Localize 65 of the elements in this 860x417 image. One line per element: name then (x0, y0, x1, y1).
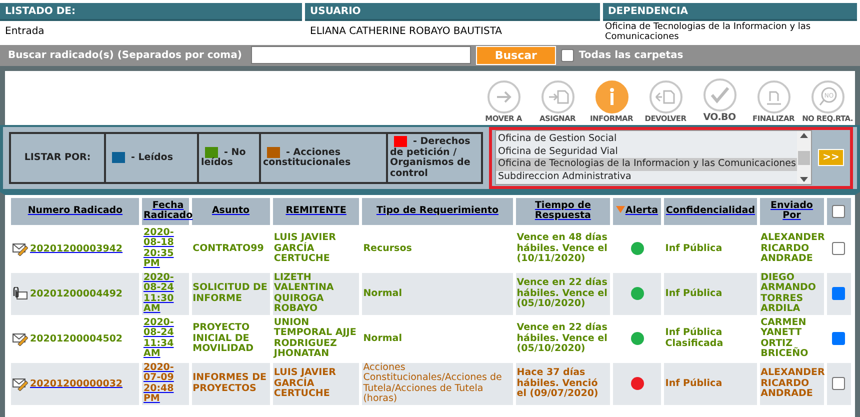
response-time-text: Hace 37 días hábiles. Venció el (09/07/2020) (516, 367, 598, 400)
column-header: DEPENDENCIA (603, 3, 857, 21)
info-value: Entrada (4, 25, 46, 39)
subject-text: CONTRATO99 (192, 242, 264, 254)
request-type-text: Normal (363, 288, 402, 299)
row-checkbox[interactable] (832, 242, 846, 256)
all-folders-checkbox[interactable] (560, 48, 574, 62)
subject-text: SOLICITUD DE INFORME (192, 282, 268, 304)
row-checkbox[interactable] (832, 332, 846, 346)
dependency-option[interactable]: Subdireccion Administrativa (496, 170, 797, 184)
column-header[interactable]: Asunto (212, 206, 250, 216)
confidentiality-text: Inf Pública (665, 378, 722, 389)
legend-item: - Derechos de petición / Organismos de control (390, 136, 472, 180)
row-checkbox[interactable] (832, 377, 846, 390)
dependency-list[interactable]: Oficina de Gestion Social Oficina de Seguridad Vial Oficina de Tecnologias de la Informacion y las Comunicaciones Subdireccion Administrativa (495, 130, 812, 186)
confidentiality-text: Inf Pública (665, 288, 722, 299)
search-field[interactable] (250, 46, 471, 64)
record-number-link[interactable]: 20201200004502 (30, 333, 123, 344)
legend-item: - No leídos (201, 146, 247, 169)
row-checkbox[interactable] (832, 287, 846, 300)
request-type-text: Normal (363, 332, 402, 344)
all-folders-label: Todas las carpetas (578, 50, 684, 61)
date-link[interactable]: 2020-08-18 20:35 PM (143, 228, 188, 270)
subject-text: PROYECTO INICIAL DE MOVILIDAD (192, 322, 254, 354)
sender-text: LIZETH VALENTINA QUIROGA ROBAYO (274, 272, 334, 314)
subject-text: INFORMES DE PROYECTOS (192, 372, 266, 394)
sent-by-text: DIEGO ARMANDO TORRES ARDILA (760, 272, 816, 314)
scroll-down-icon[interactable] (800, 177, 808, 182)
sort-icon (616, 206, 626, 214)
response-time-text: Vence en 22 días hábiles. Vence el (05/10/2020) (516, 322, 608, 354)
scrollbar[interactable] (797, 131, 811, 184)
sender-text: LUIS JAVIER GARCÍA CERTUCHE (274, 367, 336, 400)
record-number-link[interactable]: 20201200003942 (30, 243, 123, 254)
confidentiality-text: Inf Pública (665, 242, 722, 254)
column-header: LISTADO DE: (0, 3, 302, 21)
column-header[interactable]: Fecha Radicado (143, 200, 193, 222)
attachment-icon (12, 286, 28, 301)
sent-by-text: ALEXANDER RICARDO ANDRADE (760, 367, 825, 400)
date-link[interactable]: 2020-08-24 11:34 AM (143, 318, 188, 360)
date-link[interactable]: 2020-07-09 20:48 PM (143, 362, 188, 405)
sent-by-text: ALEXANDER RICARDO ANDRADE (760, 232, 825, 264)
request-type-text: Acciones Constitucionales/Acciones de Tutela/Acciones de Tutela (horas) (363, 362, 502, 404)
sender-text: UNION TEMPORAL AJJE RODRIGUEZ JHONATAN (274, 316, 356, 360)
legend-item: - Acciones constitucionales (263, 146, 352, 169)
info-value: Oficina de Tecnologias de la Informacion y las Comunicaciones (604, 21, 812, 44)
dependency-option[interactable]: Oficina de Gestion Social (496, 133, 797, 146)
column-header: USUARIO (305, 3, 600, 21)
select-all-checkbox[interactable] (832, 204, 846, 218)
legend-title: LISTAR POR: (24, 152, 91, 163)
legend-item: - Leídos (108, 152, 173, 164)
response-time-text: Vence en 22 días hábiles. Vence el (05/10/2020) (516, 277, 608, 310)
search-label: Buscar radicado(s) (Separados por coma) (8, 50, 242, 61)
sent-by-text: CARMEN YANETT ORTIZ BRICEÑO (760, 316, 808, 360)
dependency-option[interactable]: Oficina de Seguridad Vial (496, 146, 797, 158)
check-icon[interactable] (702, 78, 736, 112)
action-label[interactable]: VO.BO (703, 112, 736, 123)
confidentiality-text: Inf Pública Clasificada (665, 327, 724, 349)
dependency-option[interactable]: Oficina de Tecnologias de la Informacion y las Comunicaciones (496, 158, 797, 171)
response-time-text: Vence en 48 días hábiles. Vence el (10/11/2020) (516, 232, 608, 264)
sender-text: LUIS JAVIER GARCÍA CERTUCHE (274, 232, 336, 264)
request-type-text: Recursos (363, 242, 412, 254)
scroll-up-icon[interactable] (800, 133, 808, 138)
info-value: ELIANA CATHERINE ROBAYO BAUTISTA (309, 25, 504, 39)
record-number-link[interactable]: 20201200000032 (30, 378, 123, 390)
envelope-pencil-icon (12, 376, 28, 391)
